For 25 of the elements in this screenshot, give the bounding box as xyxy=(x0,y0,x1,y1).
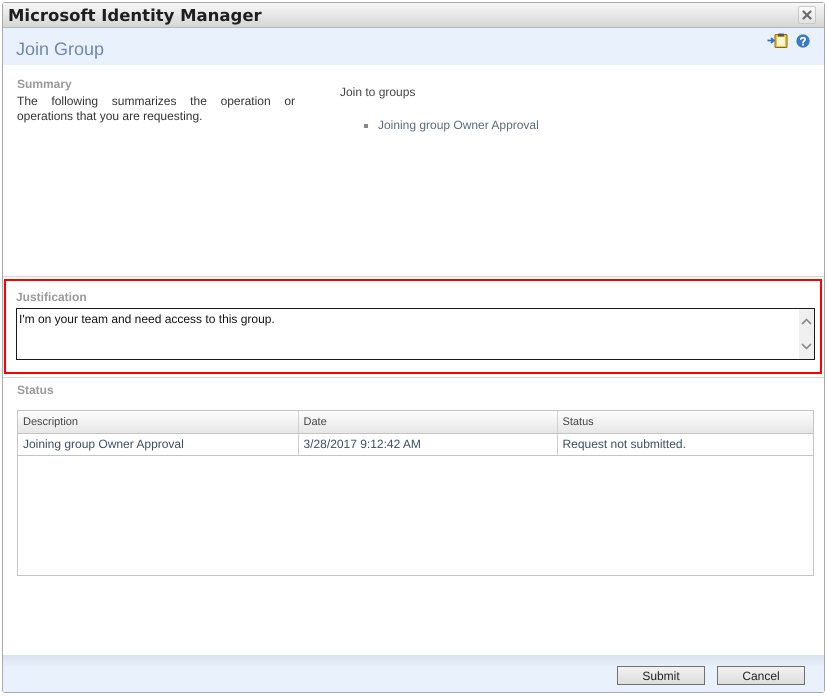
operation-label: Join to groups xyxy=(340,85,416,100)
table-cell: Joining group Owner Approval xyxy=(18,433,298,455)
cancel-button[interactable]: Cancel xyxy=(717,666,805,685)
chevron-down-icon[interactable] xyxy=(801,343,812,350)
section-heading: Status xyxy=(17,383,55,398)
table-cell: Request not submitted. xyxy=(557,433,813,455)
scrollbar[interactable] xyxy=(799,309,814,359)
section-heading: Summary xyxy=(17,77,73,92)
table-cell: 3/28/2017 9:12:42 AM xyxy=(298,433,557,455)
close-icon xyxy=(802,10,812,20)
field-label: Justification xyxy=(16,290,88,305)
close-button[interactable] xyxy=(798,6,816,24)
bullet-icon xyxy=(364,124,368,128)
column-header: Date xyxy=(298,411,557,433)
window-title: Microsoft Identity Manager xyxy=(8,6,262,24)
operation-item: Joining group Owner Approval xyxy=(378,118,539,133)
help-icon[interactable] xyxy=(796,34,810,48)
clipboard-arrow-icon[interactable] xyxy=(767,33,788,48)
justification-field[interactable]: I'm on your team and need access to this group. xyxy=(16,308,815,360)
chevron-up-icon[interactable] xyxy=(801,318,812,325)
summary-description: The following summarizes the operation or operations that you are requesting. xyxy=(17,94,295,124)
column-header: Description xyxy=(18,411,298,433)
column-header: Status xyxy=(557,411,813,433)
page-title: Join Group xyxy=(16,39,104,60)
submit-button[interactable]: Submit xyxy=(617,666,705,685)
